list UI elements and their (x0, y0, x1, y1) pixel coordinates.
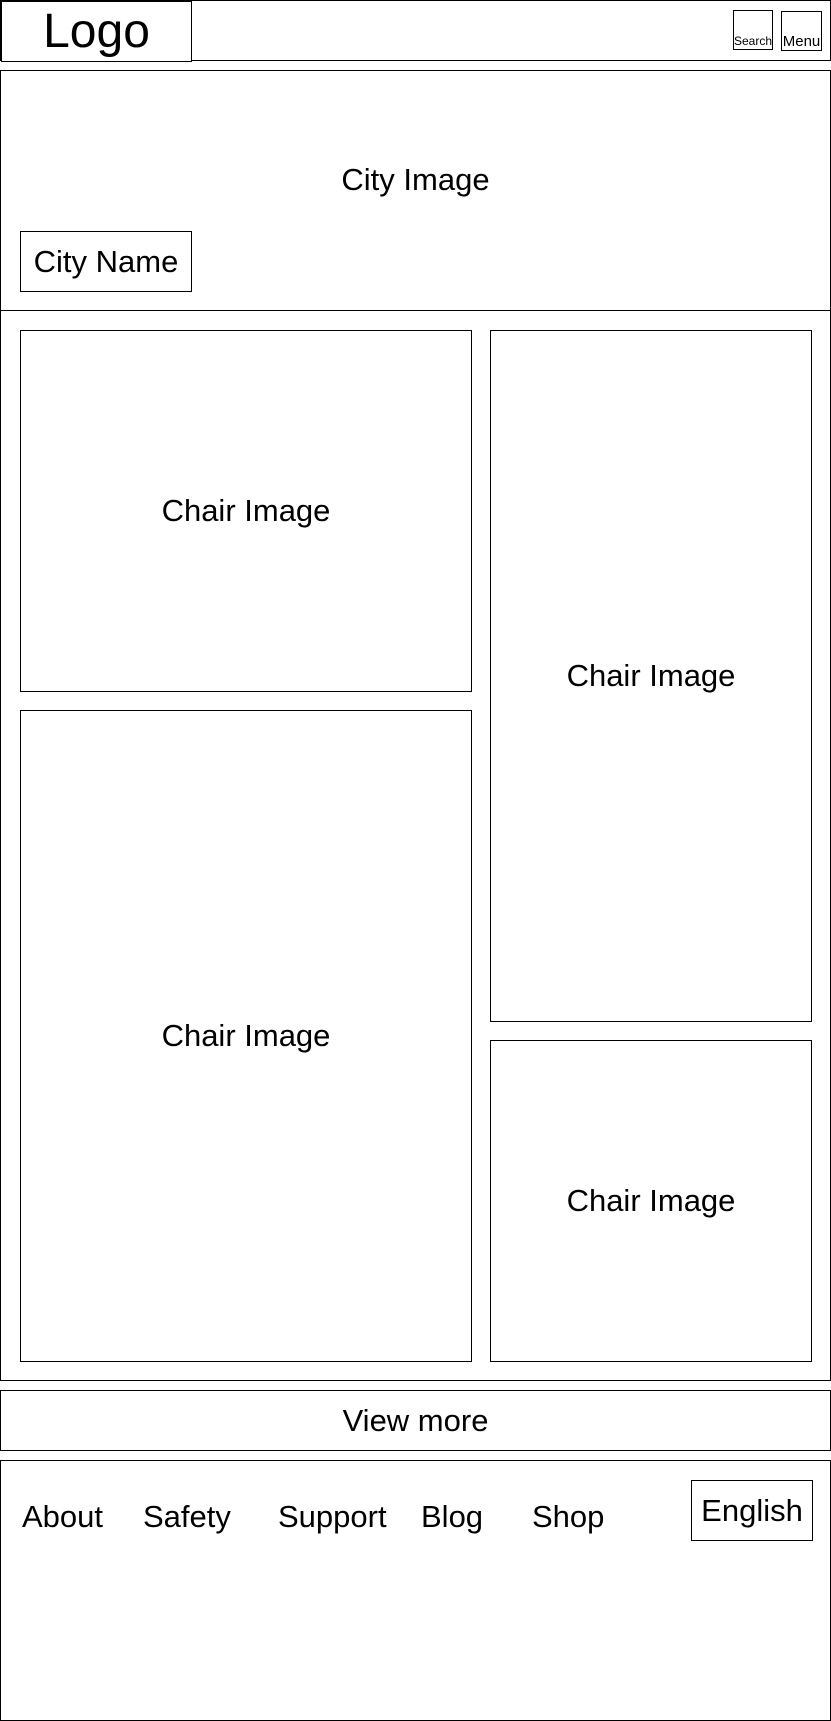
hero-city-image: City Image City Name (0, 70, 831, 311)
menu-button[interactable]: Menu (781, 11, 822, 51)
chair-image-card[interactable]: Chair Image (20, 330, 472, 692)
chair-image-card[interactable]: Chair Image (20, 710, 472, 1362)
logo[interactable]: Logo (1, 1, 192, 62)
chair-image-label: Chair Image (566, 1183, 736, 1218)
city-name-badge[interactable]: City Name (20, 231, 192, 292)
language-selector-label: English (701, 1492, 803, 1528)
logo-text: Logo (43, 5, 150, 58)
menu-button-label: Menu (782, 33, 821, 50)
search-button-label: Search (733, 34, 773, 48)
site-header: Logo Search Menu (0, 0, 831, 62)
footer-link-shop[interactable]: Shop (532, 1497, 604, 1537)
chair-gallery: Chair Image Chair Image Chair Image Chai… (0, 310, 831, 1381)
footer-link-blog[interactable]: Blog (421, 1497, 483, 1537)
chair-image-label: Chair Image (566, 658, 736, 693)
site-footer: About Safety Support Blog Shop English (0, 1460, 831, 1721)
footer-link-support[interactable]: Support (278, 1497, 387, 1537)
chair-image-label: Chair Image (161, 1018, 331, 1053)
footer-link-safety[interactable]: Safety (143, 1497, 231, 1537)
view-more-label: View more (342, 1402, 489, 1438)
language-selector[interactable]: English (691, 1480, 813, 1541)
chair-image-card[interactable]: Chair Image (490, 330, 812, 1022)
city-name-label: City Name (33, 243, 179, 279)
footer-link-about[interactable]: About (22, 1497, 103, 1537)
chair-image-card[interactable]: Chair Image (490, 1040, 812, 1362)
hero-image-label: City Image (341, 161, 490, 197)
chair-image-label: Chair Image (161, 493, 331, 528)
view-more-button[interactable]: View more (0, 1390, 831, 1451)
search-button[interactable]: Search (733, 10, 773, 50)
